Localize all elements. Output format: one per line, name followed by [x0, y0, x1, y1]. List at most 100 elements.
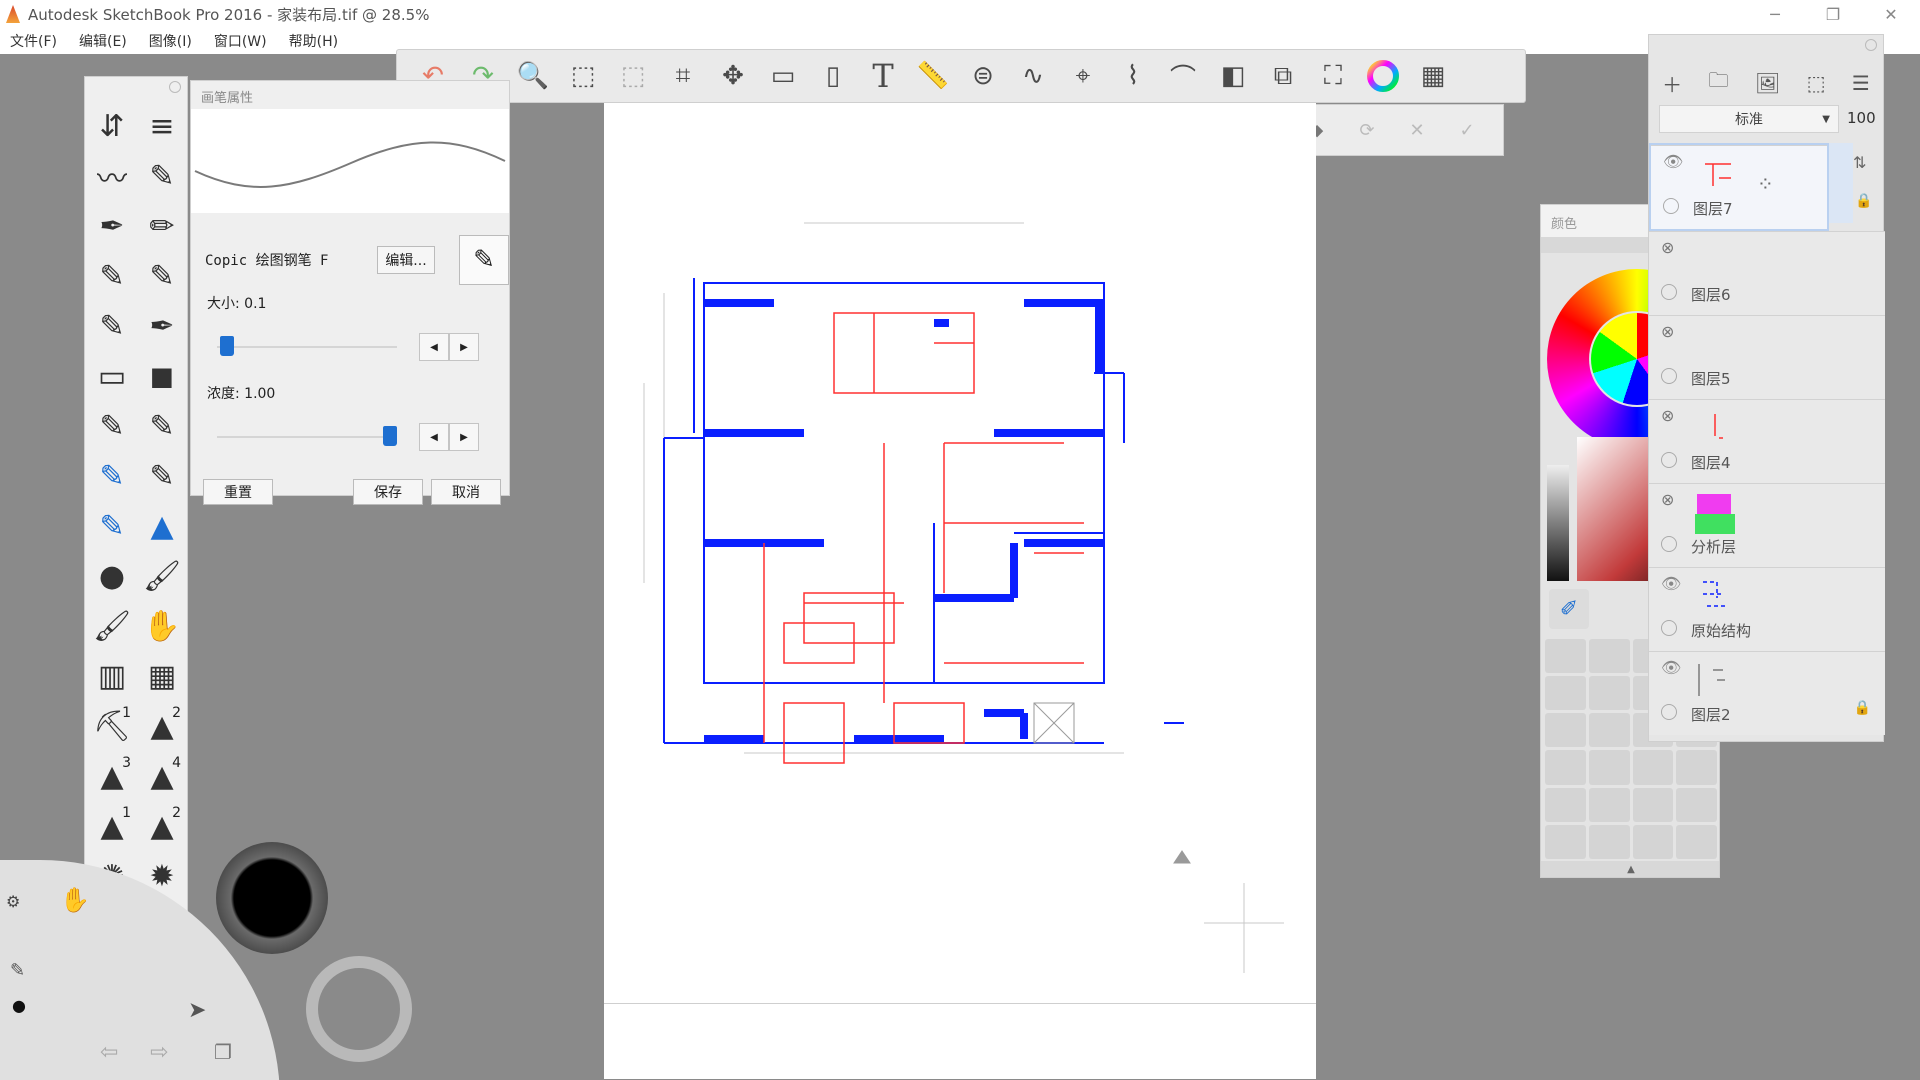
- brush-item[interactable]: ▦: [137, 651, 187, 701]
- perspective-icon[interactable]: ⌖: [1061, 54, 1105, 98]
- eye-icon[interactable]: 👁: [1661, 658, 1681, 677]
- brush-item[interactable]: ▲: [137, 501, 187, 551]
- brush-item[interactable]: ✋: [137, 601, 187, 651]
- swatch[interactable]: [1545, 676, 1586, 711]
- minimize-button[interactable]: ─: [1746, 0, 1804, 28]
- layer-item[interactable]: ⊗ 图层6: [1649, 231, 1885, 315]
- stroke-icon[interactable]: ⌒: [1161, 54, 1205, 98]
- swatch[interactable]: [1632, 787, 1674, 822]
- layer-radio[interactable]: [1661, 368, 1677, 384]
- redo-puck-icon[interactable]: ⇨: [150, 1040, 168, 1065]
- swatch[interactable]: [1588, 824, 1630, 859]
- close-button[interactable]: ✕: [1862, 0, 1920, 28]
- gray-ramp[interactable]: [1547, 465, 1569, 581]
- swatch[interactable]: [1676, 787, 1717, 822]
- size-slider[interactable]: [217, 336, 397, 356]
- add-group-icon[interactable]: 🗀: [1709, 66, 1729, 100]
- layer-item[interactable]: 👁 ⁘ 图层7: [1649, 143, 1829, 231]
- swatch[interactable]: [1676, 750, 1717, 785]
- distort-icon[interactable]: ▭: [761, 54, 805, 98]
- layer-item[interactable]: ⊗ 分析层: [1649, 483, 1885, 567]
- crop-icon[interactable]: ⌗: [661, 54, 705, 98]
- size-slider-knob[interactable]: [220, 336, 235, 356]
- shapes-icon[interactable]: ◧: [1211, 54, 1255, 98]
- brush-item[interactable]: ●: [87, 551, 137, 601]
- ruler-icon[interactable]: 📏: [911, 54, 955, 98]
- swatch[interactable]: [1545, 750, 1586, 785]
- color-panel-expand[interactable]: ▲: [1541, 861, 1719, 877]
- layer-opacity[interactable]: 100: [1847, 109, 1876, 127]
- drawing-canvas[interactable]: [604, 103, 1316, 1079]
- layer-item[interactable]: ⊗ 图层5: [1649, 315, 1885, 399]
- brush-item[interactable]: ✎: [137, 451, 187, 501]
- panel-close-icon[interactable]: [1865, 39, 1877, 51]
- menu-file[interactable]: 文件(F): [10, 31, 57, 51]
- brush-item[interactable]: ✎: [137, 151, 187, 201]
- color-puck[interactable]: [216, 842, 328, 954]
- layer-radio[interactable]: [1661, 704, 1677, 720]
- text-icon[interactable]: T: [861, 54, 905, 98]
- brush-item[interactable]: ▲ 4: [137, 751, 187, 801]
- symmetry-icon[interactable]: ⌇: [1111, 54, 1155, 98]
- brush-item[interactable]: ▲ 2: [137, 801, 187, 851]
- save-button[interactable]: 保存: [353, 479, 423, 505]
- reset-button[interactable]: 重置: [203, 479, 273, 505]
- copy-icon[interactable]: ❐: [214, 1040, 232, 1064]
- menu-image[interactable]: 图像(I): [149, 31, 192, 51]
- swatch[interactable]: [1588, 713, 1630, 748]
- brush-item[interactable]: ✎: [137, 251, 187, 301]
- brush-item[interactable]: 〰: [87, 151, 137, 201]
- swatch[interactable]: [1545, 787, 1586, 822]
- cancel-icon[interactable]: ✕: [1399, 112, 1435, 148]
- brush-preview-icon[interactable]: ✎: [459, 235, 509, 285]
- swatch[interactable]: [1676, 824, 1717, 859]
- brush-item[interactable]: ◼: [137, 351, 187, 401]
- opacity-slider-knob[interactable]: [383, 426, 397, 446]
- size-decrease-button[interactable]: ◀: [419, 333, 449, 361]
- layer-item[interactable]: 👁 原始结构: [1649, 567, 1885, 651]
- swatch[interactable]: [1545, 824, 1586, 859]
- brush-item[interactable]: ✒: [137, 301, 187, 351]
- brush-item[interactable]: 🖌: [87, 601, 137, 651]
- cursor-icon[interactable]: ➤: [188, 998, 206, 1023]
- french-curve-icon[interactable]: ∿: [1011, 54, 1055, 98]
- blend-mode-select[interactable]: 标准 ▼: [1659, 105, 1839, 133]
- eye-hidden-icon[interactable]: ⊗: [1661, 490, 1674, 509]
- layer-radio[interactable]: [1663, 198, 1679, 214]
- fill-icon[interactable]: ▯: [811, 54, 855, 98]
- brush-item[interactable]: ▲ 1: [87, 801, 137, 851]
- add-image-icon[interactable]: 🖼: [1755, 71, 1780, 95]
- pen-icon[interactable]: ✎: [10, 960, 25, 981]
- select-icon[interactable]: ⬚: [561, 54, 605, 98]
- color-wheel-icon[interactable]: [1361, 54, 1405, 98]
- brush-item[interactable]: ✎: [87, 401, 137, 451]
- swatch[interactable]: [1632, 824, 1674, 859]
- restore-button[interactable]: ❐: [1804, 0, 1862, 28]
- eye-hidden-icon[interactable]: ⊗: [1661, 322, 1674, 341]
- color-dot-icon[interactable]: ●: [12, 996, 26, 1015]
- brush-item[interactable]: ▲ 2: [137, 701, 187, 751]
- swatch[interactable]: [1545, 639, 1586, 674]
- opacity-increase-button[interactable]: ▶: [449, 423, 479, 451]
- layer-item[interactable]: 👁 图层2 🔒: [1649, 651, 1885, 735]
- brush-item[interactable]: ✒: [87, 201, 137, 251]
- cancel-button[interactable]: 取消: [431, 479, 501, 505]
- layer-radio[interactable]: [1661, 536, 1677, 552]
- brush-puck-icon[interactable]: ✋: [60, 886, 90, 914]
- menu-help[interactable]: 帮助(H): [289, 31, 338, 51]
- edit-brush-button[interactable]: 编辑...: [377, 246, 435, 274]
- undo-puck-icon[interactable]: ⇦: [100, 1040, 118, 1065]
- layer-radio[interactable]: [1661, 284, 1677, 300]
- brush-item[interactable]: ▥: [87, 651, 137, 701]
- brush-item[interactable]: ✎: [137, 401, 187, 451]
- swatch[interactable]: [1545, 713, 1586, 748]
- eye-icon[interactable]: 👁: [1661, 574, 1681, 593]
- menu-edit[interactable]: 编辑(E): [79, 31, 127, 51]
- add-layer-icon[interactable]: ＋: [1662, 69, 1682, 98]
- layer-item[interactable]: ⊗ 图层4: [1649, 399, 1885, 483]
- brush-item[interactable]: ✎: [87, 301, 137, 351]
- brush-item[interactable]: ✏: [137, 201, 187, 251]
- layout-icon[interactable]: ▦: [1411, 54, 1455, 98]
- swatch[interactable]: [1588, 787, 1630, 822]
- brush-settings-icon[interactable]: ⇵: [87, 101, 137, 151]
